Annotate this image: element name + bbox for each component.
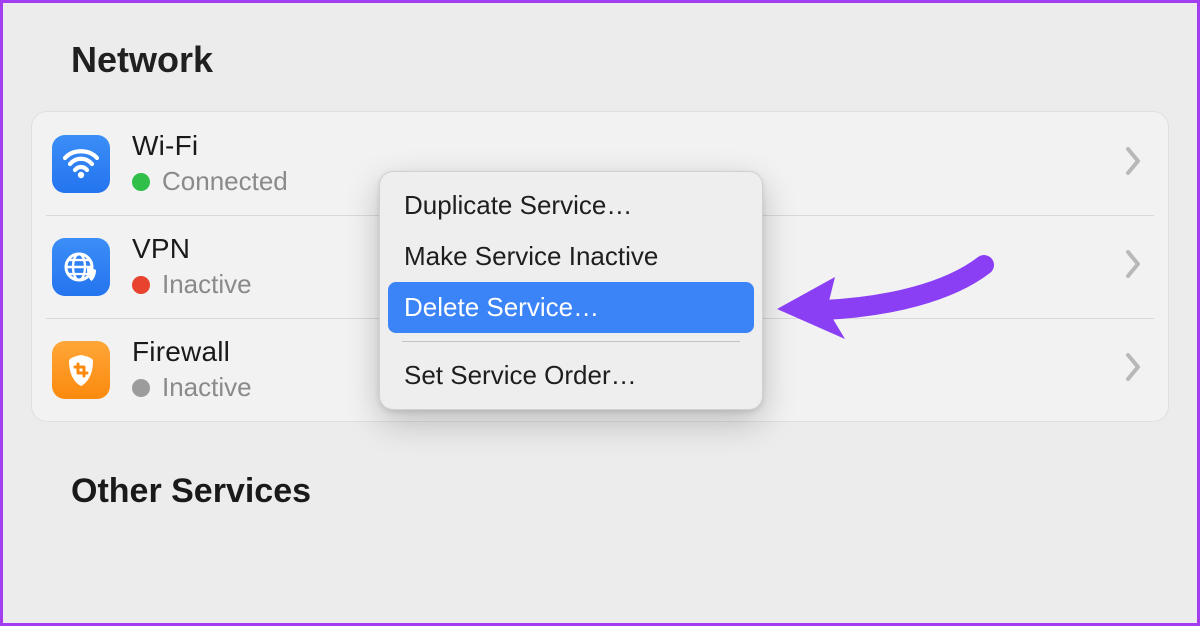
menu-item-make-inactive[interactable]: Make Service Inactive: [388, 231, 754, 282]
status-line: Connected: [132, 166, 288, 197]
status-dot-icon: [132, 173, 150, 191]
status-dot-icon: [132, 379, 150, 397]
service-text: Firewall Inactive: [132, 336, 252, 403]
status-text: Inactive: [162, 269, 252, 300]
status-text: Connected: [162, 166, 288, 197]
other-services-title: Other Services: [71, 472, 1169, 511]
menu-item-duplicate[interactable]: Duplicate Service…: [388, 180, 754, 231]
menu-item-delete[interactable]: Delete Service…: [388, 282, 754, 333]
menu-separator: [402, 341, 740, 342]
context-menu: Duplicate Service… Make Service Inactive…: [379, 171, 763, 410]
status-line: Inactive: [132, 269, 252, 300]
service-name: VPN: [132, 233, 252, 265]
menu-item-set-order[interactable]: Set Service Order…: [388, 350, 754, 401]
wifi-icon: [52, 135, 110, 193]
chevron-right-icon: [1124, 352, 1142, 387]
chevron-right-icon: [1124, 249, 1142, 284]
vpn-icon: [52, 238, 110, 296]
service-name: Firewall: [132, 336, 252, 368]
status-dot-icon: [132, 276, 150, 294]
chevron-right-icon: [1124, 146, 1142, 181]
service-text: VPN Inactive: [132, 233, 252, 300]
firewall-icon: [52, 341, 110, 399]
service-name: Wi-Fi: [132, 130, 288, 162]
section-title: Network: [71, 39, 1169, 81]
service-text: Wi-Fi Connected: [132, 130, 288, 197]
status-text: Inactive: [162, 372, 252, 403]
status-line: Inactive: [132, 372, 252, 403]
